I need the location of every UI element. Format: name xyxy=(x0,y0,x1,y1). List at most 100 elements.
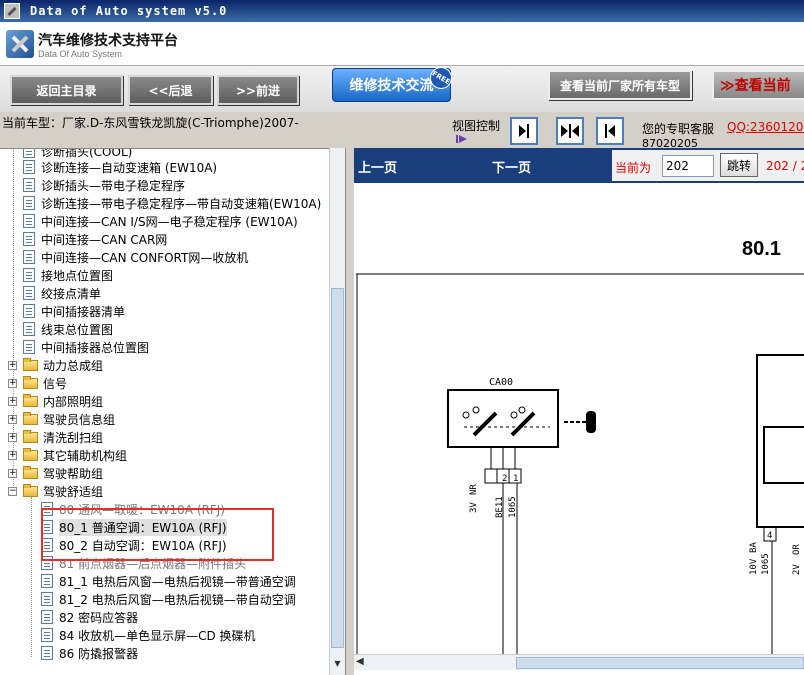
tree-item[interactable]: 接地点位置图 xyxy=(23,266,113,284)
wire-label: BA xyxy=(749,542,759,553)
view-current-button[interactable]: ≫查看当前 xyxy=(712,70,804,100)
document-icon xyxy=(23,340,35,354)
folder-icon xyxy=(23,429,38,443)
service-label: 您的专职客服 xyxy=(642,122,715,136)
document-icon xyxy=(41,610,53,624)
document-icon xyxy=(23,196,35,210)
back-button[interactable]: <<后退 xyxy=(128,75,213,105)
view-expand-right-button[interactable] xyxy=(510,117,538,145)
arrow-right-bar-icon xyxy=(519,124,529,138)
tree-item[interactable]: 中间插接器总位置图 xyxy=(23,338,149,356)
forward-button[interactable]: >>前进 xyxy=(217,75,299,105)
pane-splitter[interactable] xyxy=(345,148,354,675)
page-count: 202 / 2 xyxy=(766,159,804,173)
document-icon xyxy=(23,322,35,336)
wrench-logo-icon xyxy=(6,30,34,58)
page-navigation-bar: 上一页 下一页 当前为 跳转 202 / 2 xyxy=(354,148,804,183)
tree-item[interactable]: 86 防撬报警器 xyxy=(41,644,138,662)
ignition-switch-box xyxy=(447,389,559,448)
tree-folder[interactable]: + 清洗刮扫组 xyxy=(8,428,103,446)
scrollbar-thumb[interactable] xyxy=(331,288,344,648)
tree-folder[interactable]: + 内部照明组 xyxy=(8,392,103,410)
arrows-inward-icon xyxy=(561,124,579,138)
forum-button-label: 维修技术交流 xyxy=(349,78,434,94)
open-folder-icon xyxy=(23,483,38,497)
tree-folder-open[interactable]: − 驾驶舒适组 xyxy=(8,482,103,500)
tree-folder[interactable]: + 驾驶员信息组 xyxy=(8,410,115,428)
tree-item[interactable]: 81_2 电热后风窗—电热后视镜—带自动空调 xyxy=(41,590,296,608)
wire-label: 1065 xyxy=(761,553,771,575)
tree-item[interactable]: 绞接点清单 xyxy=(23,284,101,302)
folder-icon xyxy=(23,357,38,371)
pin-number: 2 xyxy=(502,474,507,484)
wire-label: OR xyxy=(792,544,802,555)
app-header: 汽车维修技术支持平台 Data Of Auto System xyxy=(0,22,804,66)
pin-number: 4 xyxy=(767,531,772,541)
tree-item[interactable]: 中间连接—CAN I/S网—电子稳定程序 (EW10A) xyxy=(23,212,298,230)
tree-item[interactable]: 81_1 电热后风窗—电热后视镜—带普通空调 xyxy=(41,572,296,590)
jump-button[interactable]: 跳转 xyxy=(720,153,758,177)
prev-page-link[interactable]: 上一页 xyxy=(358,157,397,176)
expand-plus-icon[interactable]: + xyxy=(8,378,17,388)
tree-folder[interactable]: + 动力总成组 xyxy=(8,356,103,374)
tree-item[interactable]: 中间连接—CAN CAR网 xyxy=(23,230,167,248)
tree-item[interactable]: 中间插接器清单 xyxy=(23,302,125,320)
tree-item[interactable]: 线束总位置图 xyxy=(23,320,113,338)
document-icon xyxy=(41,592,53,606)
collapse-minus-icon[interactable]: − xyxy=(8,486,17,496)
module-inner-box xyxy=(763,426,804,484)
main-menu-button[interactable]: 返回主目录 xyxy=(10,75,123,105)
tree-item[interactable]: 诊断连接—带电子稳定程序—带自动变速箱(EW10A) xyxy=(23,194,321,212)
diagram-viewer: 上一页 下一页 当前为 跳转 202 / 2 80.1 CA00 xyxy=(354,148,804,675)
app-subtitle: Data Of Auto System xyxy=(38,49,123,59)
page-number-input[interactable] xyxy=(662,155,714,177)
tree-item[interactable]: 诊断连接—自动变速箱 (EW10A) xyxy=(23,158,217,176)
folder-icon xyxy=(23,447,38,461)
expand-plus-icon[interactable]: + xyxy=(8,468,17,478)
scrollbar-thumb[interactable] xyxy=(516,657,804,669)
info-bar: 当前车型：厂家.D-东风雪铁龙凯旋(C-Triomphe)2007- 视图控制 … xyxy=(0,112,804,150)
current-page-label: 当前为 xyxy=(615,161,652,175)
tree-vertical-scrollbar[interactable]: ▼ xyxy=(329,148,345,675)
wiring-diagram-svg: 80.1 CA00 2 1 3V NR BE11 1065 4 10V BA 1… xyxy=(356,238,804,658)
view-center-button[interactable] xyxy=(556,117,584,145)
document-icon xyxy=(23,214,35,228)
app-title: 汽车维修技术支持平台 xyxy=(38,33,178,49)
expand-plus-icon[interactable]: + xyxy=(8,414,17,424)
document-icon xyxy=(23,304,35,318)
expand-plus-icon[interactable]: + xyxy=(8,432,17,442)
scroll-down-arrow-icon[interactable]: ▼ xyxy=(331,659,344,673)
scroll-left-arrow-icon[interactable]: ◀ xyxy=(356,656,364,667)
expand-plus-icon[interactable]: + xyxy=(8,396,17,406)
document-icon xyxy=(41,574,53,588)
tree-item[interactable]: 诊断插头—带电子稳定程序 xyxy=(23,176,185,194)
tree-guide-line-child xyxy=(31,497,32,657)
document-icon xyxy=(23,178,35,192)
folder-icon xyxy=(23,393,38,407)
view-arrow-icon xyxy=(456,135,467,143)
tree-item[interactable]: 84 收放机—单色显示屏—CD 换碟机 xyxy=(41,626,256,644)
current-model-label: 当前车型：厂家.D-东风雪铁龙凯旋(C-Triomphe)2007- xyxy=(2,116,299,130)
pin-number: 1 xyxy=(513,474,518,484)
qq-link[interactable]: QQ:23601200 xyxy=(727,120,804,134)
wire-label: 10V xyxy=(749,558,759,575)
wire-label: NR xyxy=(469,484,479,495)
all-models-button[interactable]: 查看当前厂家所有车型 xyxy=(548,70,692,100)
next-page-link[interactable]: 下一页 xyxy=(492,157,531,176)
view-expand-left-button[interactable] xyxy=(596,117,624,145)
document-icon xyxy=(41,628,53,642)
forum-button[interactable]: 维修技术交流 FREE xyxy=(332,62,457,102)
wiring-diagram: 80.1 CA00 2 1 3V NR BE11 1065 4 10V BA 1… xyxy=(354,183,804,658)
document-icon xyxy=(23,250,35,264)
expand-plus-icon[interactable]: + xyxy=(8,360,17,370)
connector-label: CA00 xyxy=(489,377,513,388)
tree-folder[interactable]: + 信号 xyxy=(8,374,67,392)
tree-item[interactable]: 中间连接—CAN CONFORT网—收放机 xyxy=(23,248,248,266)
tree-item[interactable]: 82 密码应答器 xyxy=(41,608,138,626)
arrow-left-bar-icon xyxy=(605,124,615,138)
folder-icon xyxy=(23,465,38,479)
tree-folder[interactable]: + 驾驶帮助组 xyxy=(8,464,103,482)
tree-folder[interactable]: + 其它辅助机构组 xyxy=(8,446,127,464)
diagram-horizontal-scrollbar[interactable]: ◀ xyxy=(354,654,804,670)
expand-plus-icon[interactable]: + xyxy=(8,450,17,460)
